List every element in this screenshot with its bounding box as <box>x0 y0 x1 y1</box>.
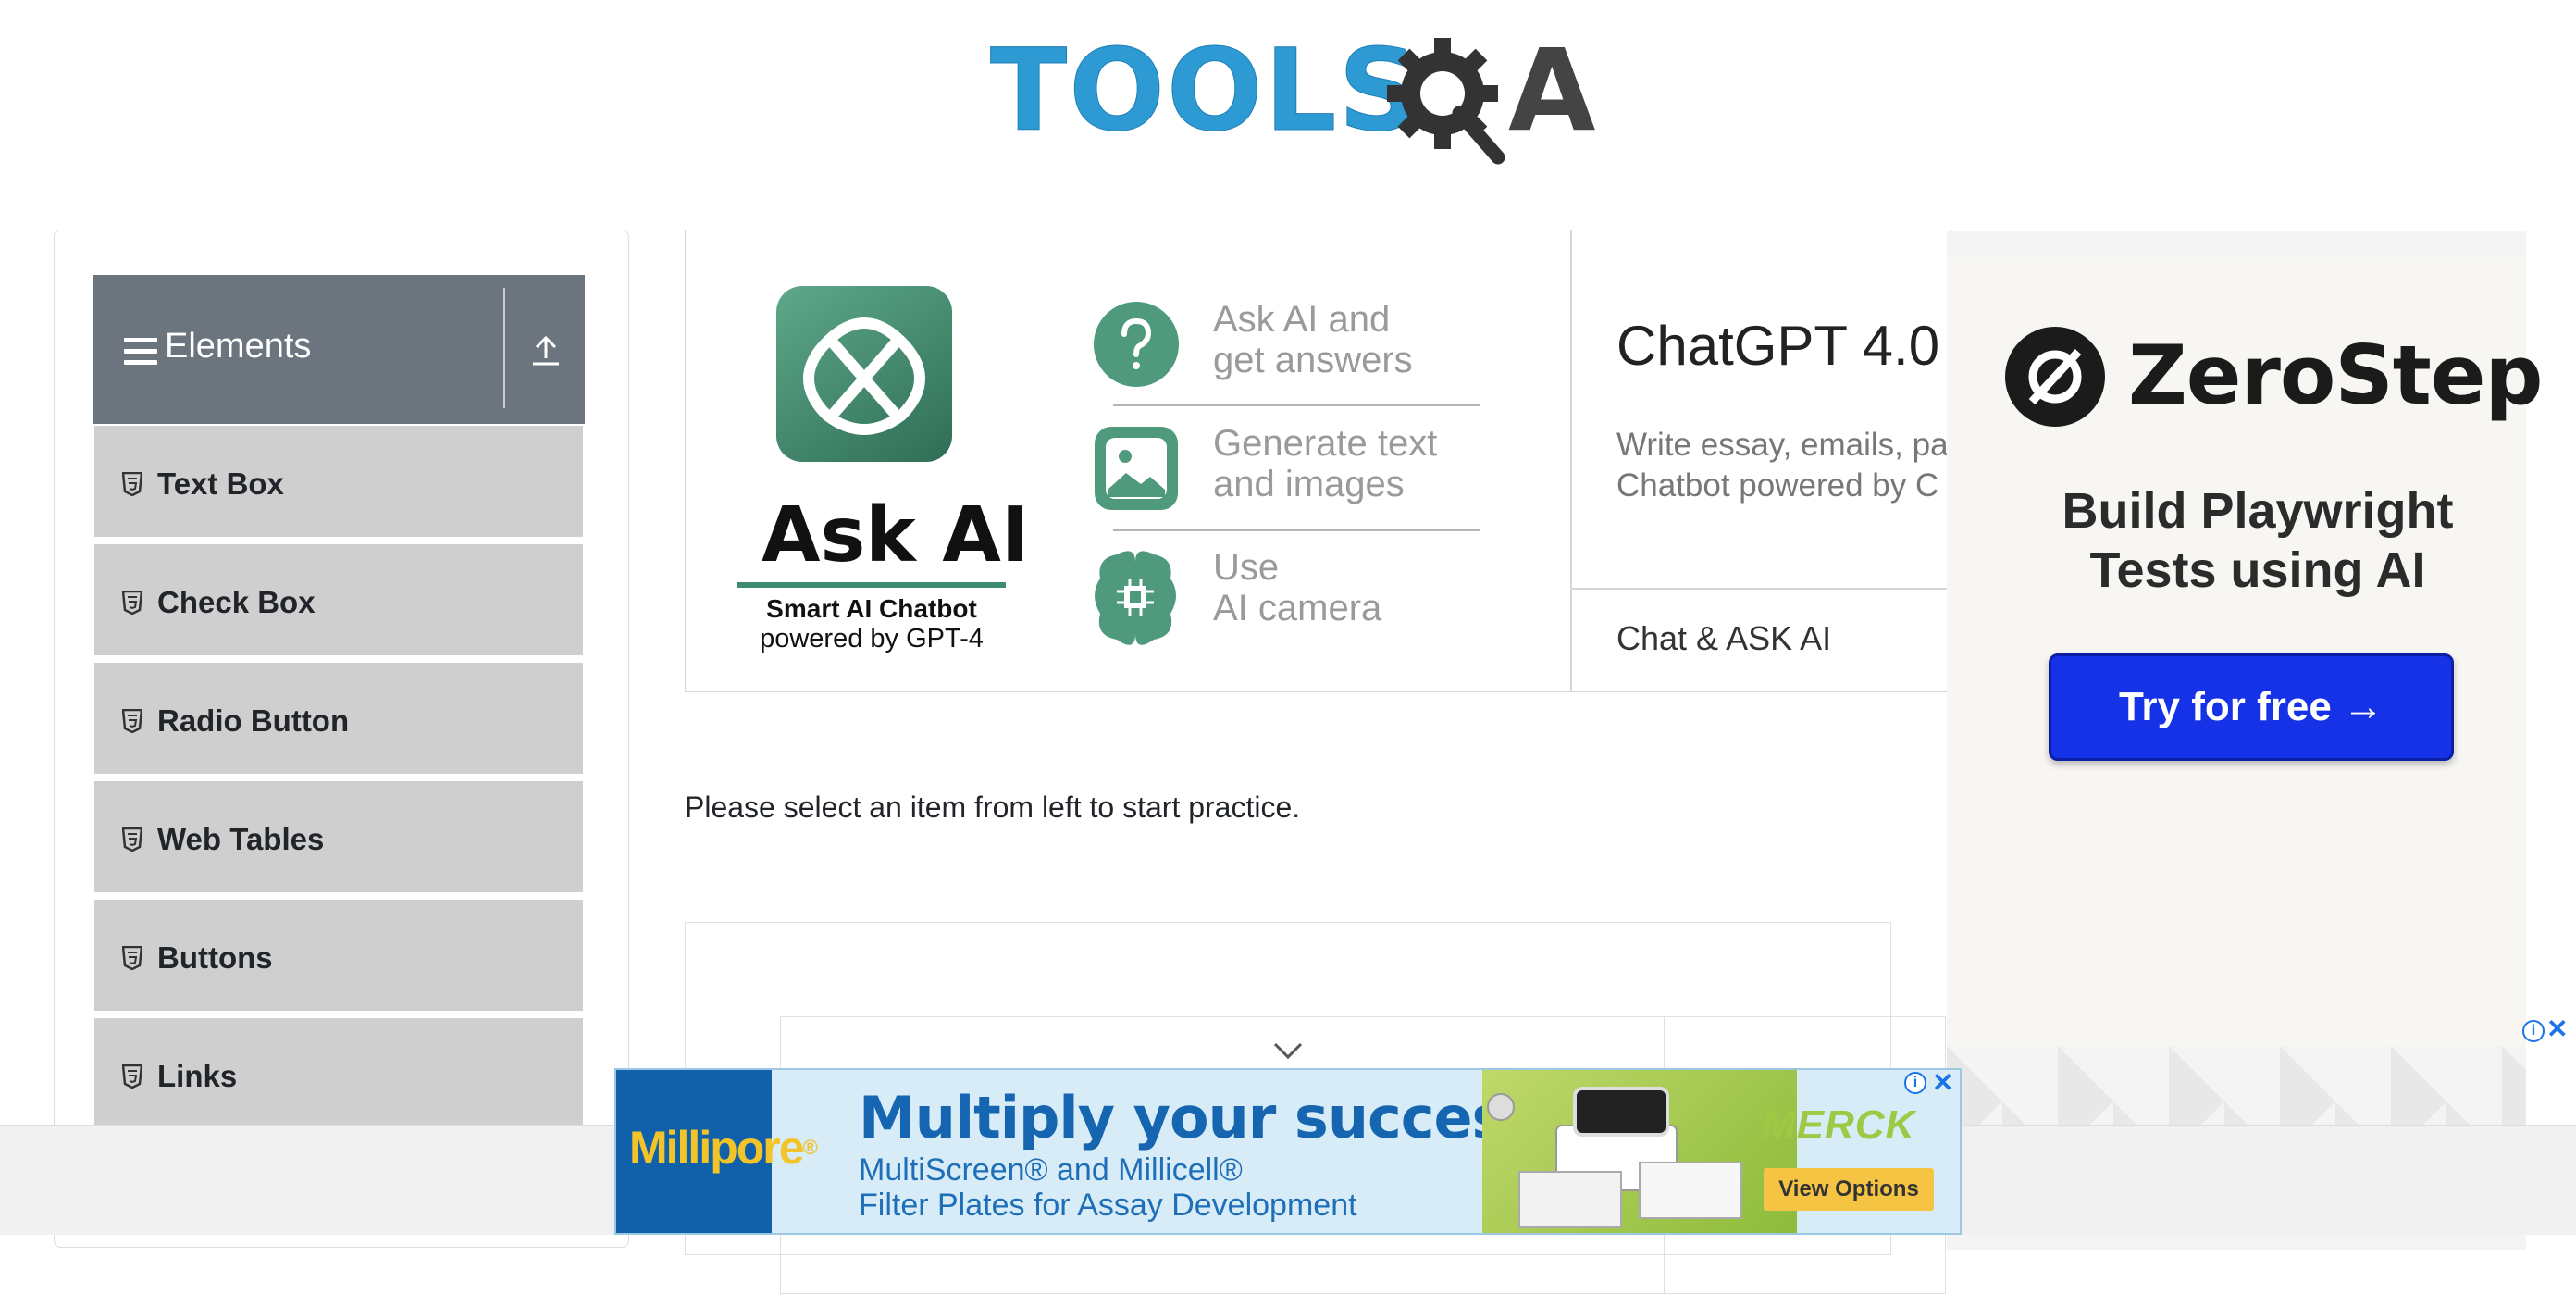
logo-text-tools: TOOLS <box>989 25 1422 156</box>
feature-line: AI camera <box>1213 588 1382 628</box>
millipore-ad[interactable]: Millipore® Multiply your success MultiSc… <box>614 1068 1962 1235</box>
html5-icon <box>122 946 142 970</box>
description-line: Chatbot powered by C <box>1616 467 1939 504</box>
group-title: Elements <box>165 327 312 366</box>
chevron-down-icon[interactable] <box>1271 1039 1305 1061</box>
ad-close-icon[interactable]: ✕ <box>1932 1070 1953 1096</box>
view-options-button[interactable]: View Options <box>1764 1168 1934 1211</box>
feature-separator <box>1113 529 1480 531</box>
html5-icon <box>122 1064 142 1089</box>
sidebar-item-label: Radio Button <box>157 703 350 738</box>
sidebar-item-label: Web Tables <box>157 822 325 856</box>
practice-prompt: Please select an item from left to start… <box>685 790 1301 824</box>
html5-icon <box>122 472 142 496</box>
zerostep-tagline: Build Playwright Tests using AI <box>2026 481 2489 600</box>
ask-ai-logo <box>776 286 952 462</box>
ask-ai-subtitle: Smart AI Chatbot <box>766 594 977 623</box>
tagline-line: Build Playwright <box>2062 483 2454 539</box>
header-divider <box>503 288 505 408</box>
elements-group-header[interactable]: Elements <box>93 275 585 424</box>
ad-subline: MultiScreen® and Millicell® <box>859 1152 1243 1188</box>
logo-text-a: A <box>1508 25 1596 156</box>
chatgpt-description: Write essay, emails, pa Chatbot powered … <box>1616 425 1951 506</box>
feature-ask-ai: Ask AI and get answers <box>1213 299 1491 380</box>
sidebar-item-label: Buttons <box>157 940 273 975</box>
feature-line: Use <box>1213 547 1280 588</box>
collapse-arrow-icon[interactable] <box>527 332 564 369</box>
sidebar-item-buttons[interactable]: Buttons <box>94 898 583 1011</box>
brain-chip-icon <box>1095 551 1176 645</box>
feature-generate: Generate text and images <box>1213 423 1491 504</box>
product-image <box>1482 1070 1797 1233</box>
menu-icon <box>124 338 157 366</box>
ad-close-icon[interactable]: ✕ <box>2546 1016 2568 1042</box>
feature-separator <box>1113 404 1480 406</box>
feature-line: Generate text <box>1213 423 1438 464</box>
sidebar-item-label: Links <box>157 1059 238 1093</box>
html5-icon <box>122 827 142 852</box>
try-for-free-button[interactable]: Try for free → <box>2049 653 2454 761</box>
ad-subline: Filter Plates for Assay Development <box>859 1188 1357 1223</box>
millipore-logo-text: Millipore® <box>629 1122 818 1174</box>
question-icon <box>1094 302 1179 387</box>
sidebar-item-text-box[interactable]: Text Box <box>94 424 583 537</box>
html5-icon <box>122 591 142 615</box>
zerostep-brand: ZeroStep <box>2128 328 2543 423</box>
sidebar-item-label: Text Box <box>157 467 284 501</box>
feature-line: get answers <box>1213 340 1413 380</box>
knot-icon <box>803 317 925 435</box>
merck-logo: MERCK <box>1762 1102 1916 1148</box>
ad-info-icon[interactable]: i <box>2522 1020 2545 1042</box>
sidebar-item-links[interactable]: Links <box>94 1016 583 1129</box>
sidebar-item-label: Check Box <box>157 585 316 619</box>
sidebar-item-web-tables[interactable]: Web Tables <box>94 779 583 892</box>
html5-icon <box>122 709 142 733</box>
banner-divider <box>1570 230 1572 691</box>
ask-ai-powered-by: powered by GPT-4 <box>760 624 984 653</box>
title-underline <box>737 582 1006 588</box>
feature-line: Ask AI and <box>1213 299 1391 340</box>
image-icon <box>1095 427 1178 510</box>
tagline-line: Tests using AI <box>2089 542 2426 598</box>
feature-line: and images <box>1213 464 1405 504</box>
description-line: Write essay, emails, pa <box>1616 427 1949 463</box>
ad-headline: Multiply your success <box>859 1084 1539 1151</box>
feature-camera: Use AI camera <box>1213 547 1491 628</box>
zerostep-logo-icon <box>2005 327 2105 427</box>
toolsqa-logo[interactable]: TOOLS A <box>989 25 1595 174</box>
ad-info-icon[interactable]: i <box>1904 1072 1926 1094</box>
sidebar-item-check-box[interactable]: Check Box <box>94 542 583 655</box>
ask-ai-banner[interactable]: Ask AI Smart AI Chatbot powered by GPT-4… <box>685 230 1952 692</box>
chat-ask-ai-link[interactable]: Chat & ASK AI <box>1616 619 1831 658</box>
chatgpt-title: ChatGPT 4.0 <box>1616 315 1940 377</box>
gear-magnifier-icon <box>1387 38 1505 165</box>
banner-divider-horizontal <box>1572 588 1951 590</box>
filter-plate-icon <box>1487 1087 1742 1228</box>
ask-ai-title: Ask AI <box>762 491 1030 579</box>
sidebar-item-radio-button[interactable]: Radio Button <box>94 661 583 774</box>
